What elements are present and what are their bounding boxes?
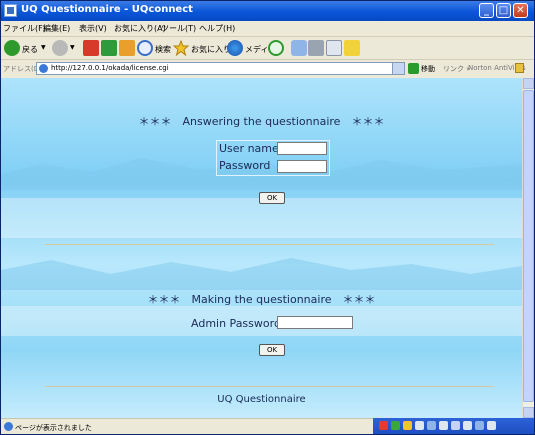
favorites-star-icon[interactable] xyxy=(173,40,189,56)
back-label[interactable]: 戻る xyxy=(22,44,38,55)
scroll-down-icon[interactable] xyxy=(523,407,534,418)
back-icon[interactable] xyxy=(4,40,20,56)
search-icon[interactable] xyxy=(137,40,153,56)
scroll-up-icon[interactable] xyxy=(523,78,534,89)
tray-icon[interactable] xyxy=(451,421,460,430)
answer-ok-button[interactable]: OK xyxy=(259,192,285,204)
address-url[interactable]: http://127.0.0.1/okada/license.cgi xyxy=(51,64,169,72)
system-tray xyxy=(373,418,534,434)
close-button[interactable]: ✕ xyxy=(513,3,528,18)
username-label: User name xyxy=(219,142,279,155)
forward-icon[interactable] xyxy=(52,40,68,56)
answering-heading: ＊＊＊ Answering the questionnaire ＊＊＊ xyxy=(138,115,385,128)
make-ok-button[interactable]: OK xyxy=(259,344,285,356)
footer-title: UQ Questionnaire xyxy=(217,394,306,405)
admin-password-input[interactable] xyxy=(277,316,353,329)
norton-icon[interactable] xyxy=(515,63,524,73)
page-content: ＊＊＊ Answering the questionnaire ＊＊＊ User… xyxy=(1,78,522,418)
search-label[interactable]: 検索 xyxy=(155,44,171,55)
menu-help[interactable]: ヘルプ(H) xyxy=(199,23,235,34)
stop-icon[interactable] xyxy=(83,40,99,56)
address-input[interactable]: http://127.0.0.1/okada/license.cgi xyxy=(36,62,405,75)
refresh-icon[interactable] xyxy=(101,40,117,56)
menu-bar: ファイル(F) 編集(E) 表示(V) お気に入り(A) ツール(T) ヘルプ(… xyxy=(1,21,534,53)
username-input[interactable] xyxy=(277,142,327,155)
mail-icon[interactable] xyxy=(291,40,307,56)
folder-icon[interactable] xyxy=(344,40,360,56)
address-dropdown-icon[interactable] xyxy=(392,63,404,74)
go-arrow-icon[interactable] xyxy=(408,63,419,74)
window-title: UQ Questionnaire - UQconnect xyxy=(21,4,193,15)
page-icon xyxy=(39,64,48,73)
menu-view[interactable]: 表示(V) xyxy=(79,23,107,34)
tray-icon[interactable] xyxy=(391,421,400,430)
background-mountains xyxy=(1,258,522,290)
menu-edit[interactable]: 編集(E) xyxy=(43,23,70,34)
history-icon[interactable] xyxy=(268,40,284,56)
status-text: ページが表示されました xyxy=(15,424,92,432)
menu-file[interactable]: ファイル(F) xyxy=(3,23,46,34)
home-icon[interactable] xyxy=(119,40,135,56)
tray-icon[interactable] xyxy=(463,421,472,430)
background-band xyxy=(1,198,522,238)
go-button[interactable]: 移動 xyxy=(421,64,435,74)
making-heading: ＊＊＊ Making the questionnaire ＊＊＊ xyxy=(147,293,376,306)
tray-icon[interactable] xyxy=(415,421,424,430)
tray-icon[interactable] xyxy=(475,421,484,430)
divider xyxy=(45,244,494,245)
maximize-button[interactable]: □ xyxy=(496,3,511,18)
back-dropdown-icon[interactable]: ▼ xyxy=(41,44,46,51)
toolbar: 戻る ▼ ▼ 検索 お気に入り メディア xyxy=(1,37,534,60)
vertical-scrollbar[interactable] xyxy=(522,78,534,418)
menu-favorites[interactable]: お気に入り(A) xyxy=(114,23,166,34)
address-bar: アドレス(D) http://127.0.0.1/okada/license.c… xyxy=(1,60,534,79)
tray-icon[interactable] xyxy=(487,421,496,430)
minimize-button[interactable]: _ xyxy=(479,3,494,18)
forward-dropdown-icon[interactable]: ▼ xyxy=(70,44,75,51)
print-icon[interactable] xyxy=(308,40,324,56)
favorites-label[interactable]: お気に入り xyxy=(191,44,231,55)
page-status-icon xyxy=(4,422,13,431)
title-bar[interactable]: UQ Questionnaire - UQconnect _ □ ✕ xyxy=(1,1,534,21)
admin-password-label: Admin Password xyxy=(191,317,281,330)
password-label: Password xyxy=(219,159,271,172)
tray-icon[interactable] xyxy=(439,421,448,430)
tray-icon[interactable] xyxy=(427,421,436,430)
tray-icon[interactable] xyxy=(379,421,388,430)
browser-window: UQ Questionnaire - UQconnect _ □ ✕ ファイル(… xyxy=(0,0,535,435)
links-label[interactable]: リンク » xyxy=(443,64,471,74)
edit-icon[interactable] xyxy=(326,40,342,56)
scroll-thumb[interactable] xyxy=(523,90,534,402)
menu-tools[interactable]: ツール(T) xyxy=(161,23,196,34)
divider xyxy=(45,386,494,387)
tray-icon[interactable] xyxy=(403,421,412,430)
media-icon[interactable] xyxy=(227,40,243,56)
password-input[interactable] xyxy=(277,160,327,173)
ie-icon xyxy=(4,4,17,17)
